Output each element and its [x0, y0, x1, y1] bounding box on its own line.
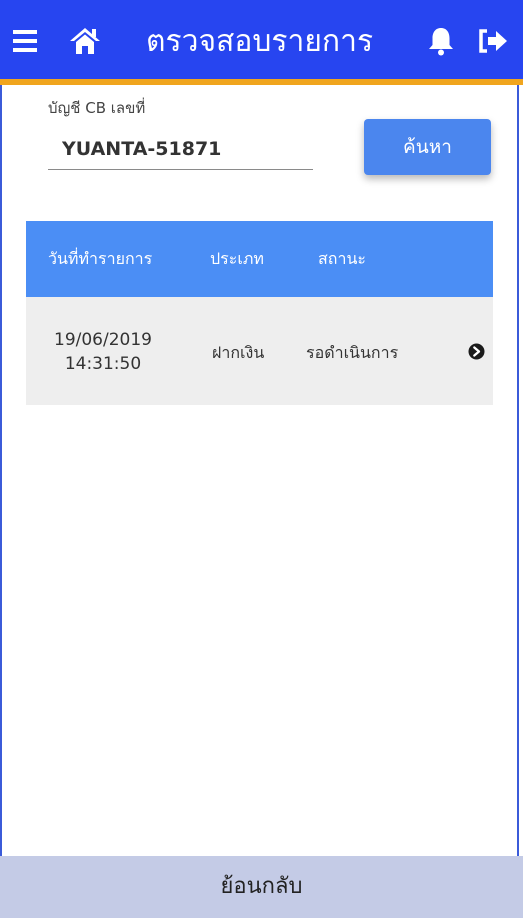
- column-header-type: ประเภท: [210, 249, 264, 268]
- table-header: วันที่ทำรายการ ประเภท สถานะ: [26, 221, 493, 297]
- app-header: ตรวจสอบรายการ: [0, 0, 523, 79]
- chevron-right-circle-icon[interactable]: [468, 343, 485, 360]
- header-accent-bar: [0, 79, 523, 85]
- column-header-status: สถานะ: [318, 249, 366, 268]
- transaction-datetime-cell: 19/06/2019 14:31:50: [26, 328, 180, 376]
- transaction-date: 19/06/2019: [54, 330, 152, 350]
- column-header-date: วันที่ทำรายการ: [48, 249, 153, 268]
- bell-icon[interactable]: [424, 24, 458, 58]
- search-button[interactable]: ค้นหา: [364, 119, 491, 175]
- transaction-time: 14:31:50: [64, 354, 142, 374]
- transaction-status-cell: รอดำเนินการ: [306, 343, 399, 362]
- page-title: ตรวจสอบรายการ: [146, 24, 374, 59]
- account-field-label: บัญชี CB เลขที่: [48, 99, 146, 117]
- back-button[interactable]: ย้อนกลับ: [0, 856, 523, 918]
- home-icon[interactable]: [68, 24, 102, 58]
- table-row[interactable]: 19/06/2019 14:31:50 ฝากเงิน รอดำเนินการ: [26, 297, 493, 405]
- account-number-input[interactable]: [48, 128, 313, 170]
- menu-icon[interactable]: [10, 24, 44, 58]
- transaction-type-cell: ฝากเงิน: [212, 343, 265, 362]
- logout-icon[interactable]: [477, 24, 511, 58]
